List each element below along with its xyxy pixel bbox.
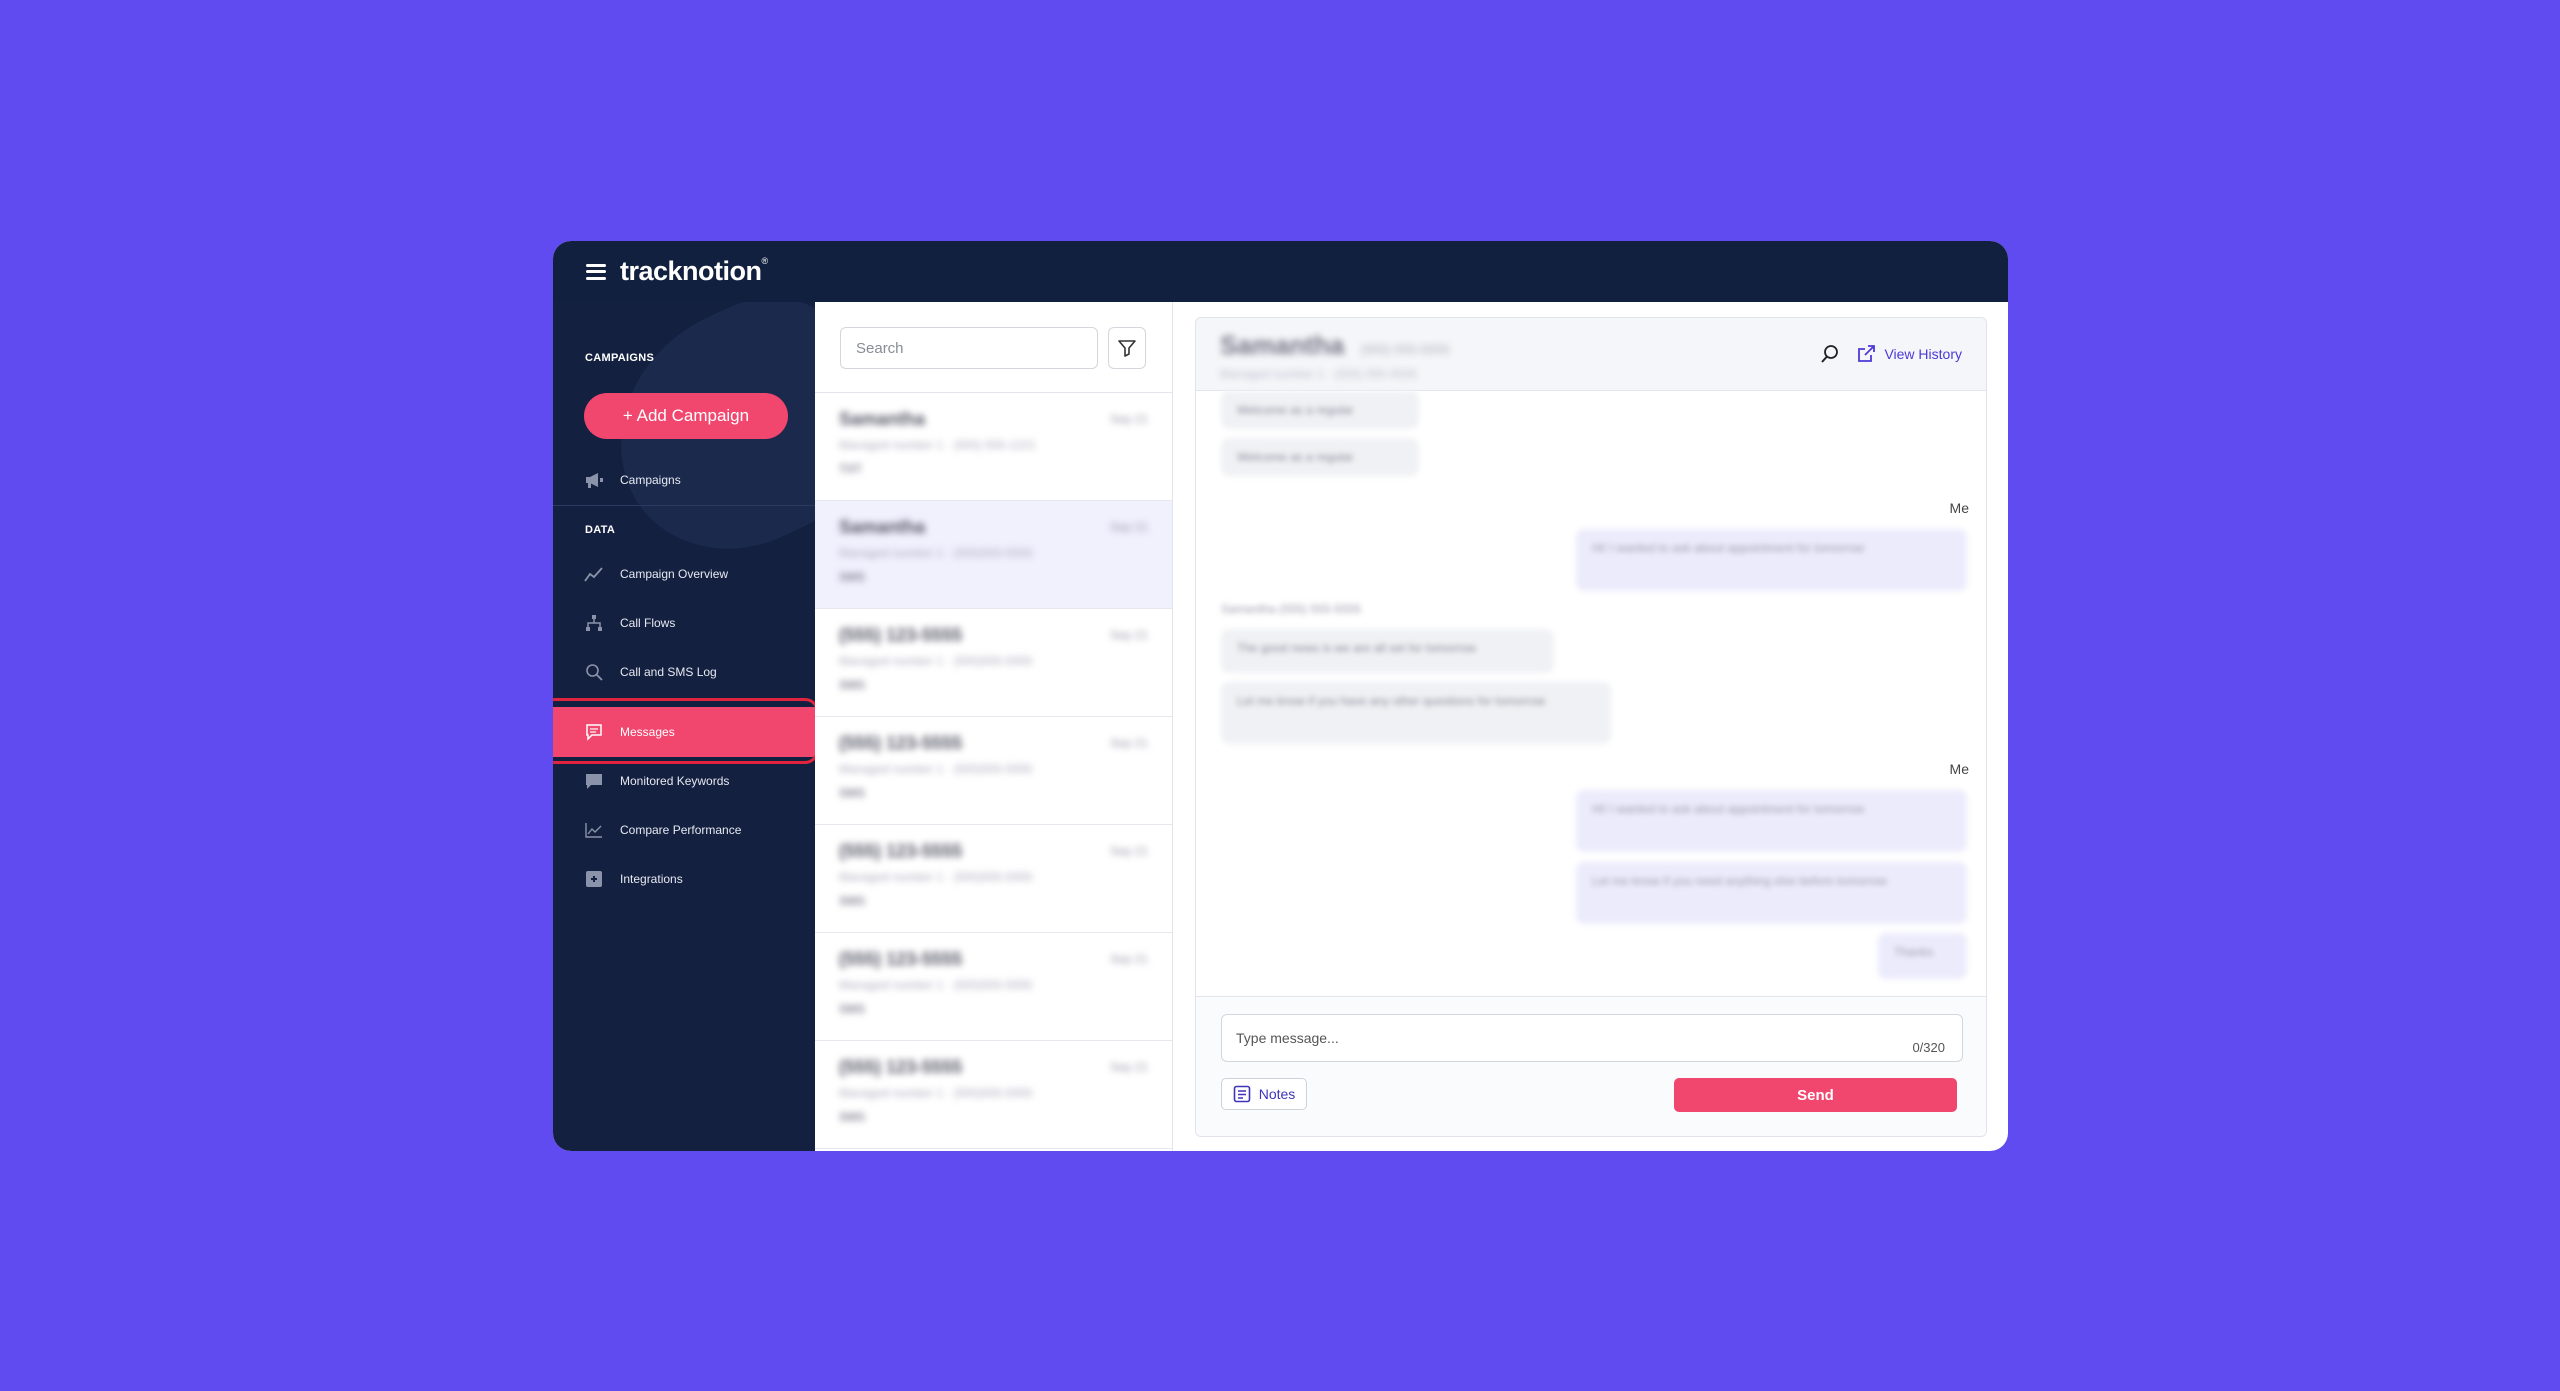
data-heading: DATA: [585, 524, 616, 536]
list-item[interactable]: (555) 123-5555 Sep 21 Managed number 1 ·…: [815, 933, 1172, 1041]
message-input[interactable]: [1221, 1014, 1963, 1062]
chat-header: Samantha (555) 555-5555 Managed number 1…: [1196, 318, 1986, 391]
sidebar-divider: [553, 505, 815, 506]
message-thread: Welcome as a regular Welcome as a regula…: [1196, 391, 1986, 996]
sidebar-item-campaign-overview[interactable]: Campaign Overview: [553, 549, 815, 599]
search-icon: [584, 662, 604, 682]
sidebar-item-label: Call and SMS Log: [620, 665, 717, 679]
sidebar-item-label: Messages: [620, 725, 675, 739]
outgoing-message: Hi! I wanted to ask about appointment fo…: [1576, 790, 1967, 852]
sidebar-item-label: Campaign Overview: [620, 567, 729, 581]
sender-name: Samantha (555) 555-5555: [1221, 602, 1362, 616]
list-item[interactable]: (555) 123-5555 Sep 21 Managed number 1 ·…: [815, 609, 1172, 717]
search-input[interactable]: [840, 327, 1098, 369]
filter-button[interactable]: [1108, 327, 1146, 369]
conversation-preview: (555) 123-5555 Sep 21 Managed number 1 ·…: [839, 841, 1148, 908]
sidebar-item-monitored-keywords[interactable]: Monitored Keywords: [553, 756, 815, 806]
logo[interactable]: tracknotion®: [620, 256, 768, 287]
area-chart-icon: [584, 820, 604, 840]
line-chart-icon: [584, 564, 604, 584]
outgoing-message: Thanks: [1878, 933, 1967, 979]
sidebar-item-integrations[interactable]: Integrations: [553, 854, 815, 904]
sidebar-item-label: Monitored Keywords: [620, 774, 730, 788]
sidebar-item-campaigns[interactable]: Campaigns: [553, 455, 815, 505]
notes-button[interactable]: Notes: [1221, 1078, 1307, 1110]
header-actions: View History: [1818, 342, 1962, 366]
sidebar-item-compare-performance[interactable]: Compare Performance: [553, 805, 815, 855]
outgoing-message: Hi! I wanted to ask about appointment fo…: [1576, 529, 1967, 591]
conversation-preview: (555) 123-5555 Sep 21 Managed number 1 ·…: [839, 733, 1148, 800]
sidebar-item-messages[interactable]: Messages: [553, 707, 815, 757]
send-button[interactable]: Send: [1674, 1078, 1957, 1112]
external-link-icon: [1858, 345, 1876, 362]
conversation-preview: (555) 123-5555 Sep 21 Managed number 1 ·…: [839, 949, 1148, 1016]
sender-me-label: Me: [1949, 761, 1969, 777]
list-item[interactable]: Samantha Sep 21 Managed number 1 · (555)…: [815, 501, 1172, 609]
conversation-preview: Samantha Sep 21 Managed number 1 · (555)…: [839, 409, 1148, 476]
menu-icon[interactable]: [586, 263, 606, 280]
list-item[interactable]: Samantha Sep 21 Managed number 1 · (555)…: [815, 393, 1172, 501]
chat-panel: Samantha (555) 555-5555 Managed number 1…: [1195, 317, 1987, 1137]
notes-icon: [1233, 1085, 1251, 1103]
list-item[interactable]: (555) 123-5555 Sep 21 Managed number 1 ·…: [815, 717, 1172, 825]
outgoing-message: Let me know if you need anything else be…: [1576, 862, 1967, 924]
list-item[interactable]: (555) 123-5555 Sep 21 Managed number 1 ·…: [815, 825, 1172, 933]
contact-info: Samantha (555) 555-5555 Managed number 1…: [1220, 330, 1450, 381]
message-icon: [584, 722, 604, 742]
conversation-preview: Samantha Sep 21 Managed number 1 · (555)…: [839, 517, 1148, 584]
sidebar: CAMPAIGNS + Add Campaign Campaigns DATA …: [553, 302, 815, 1151]
top-bar: tracknotion®: [553, 241, 2008, 302]
message-composer: 0/320 Notes Send: [1196, 996, 1986, 1136]
megaphone-icon: [584, 470, 604, 490]
conversation-preview: (555) 123-5555 Sep 21 Managed number 1 ·…: [839, 1057, 1148, 1124]
plugin-icon: [584, 869, 604, 889]
sidebar-item-label: Compare Performance: [620, 823, 742, 837]
campaigns-heading: CAMPAIGNS: [585, 352, 655, 364]
add-campaign-button[interactable]: + Add Campaign: [584, 393, 788, 439]
sidebar-item-label: Call Flows: [620, 616, 676, 630]
character-counter: 0/320: [1912, 1040, 1945, 1055]
sidebar-item-label: Integrations: [620, 872, 683, 886]
flow-icon: [584, 613, 604, 633]
incoming-message: The good news is we are all set for tomo…: [1221, 629, 1554, 673]
incoming-message: Let me know if you have any other questi…: [1221, 682, 1611, 744]
incoming-message: Welcome as a regular: [1221, 438, 1419, 476]
incoming-message: Welcome as a regular: [1221, 391, 1419, 429]
list-item[interactable]: (555) 123-5555 Sep 21 Managed number 1 ·…: [815, 1041, 1172, 1149]
app-window: tracknotion® CAMPAIGNS + Add Campaign Ca…: [553, 241, 2008, 1151]
sidebar-decoration: [578, 302, 815, 587]
list-header: [815, 302, 1172, 393]
view-history-link[interactable]: View History: [1856, 344, 1962, 364]
sidebar-item-call-sms-log[interactable]: Call and SMS Log: [553, 647, 815, 697]
filter-icon: [1118, 340, 1136, 357]
sender-me-label: Me: [1949, 500, 1969, 516]
chat-icon: [584, 771, 604, 791]
conversation-preview: (555) 123-5555 Sep 21 Managed number 1 ·…: [839, 625, 1148, 692]
sidebar-item-call-flows[interactable]: Call Flows: [553, 598, 815, 648]
conversation-list: Samantha Sep 21 Managed number 1 · (555)…: [815, 302, 1173, 1151]
search-icon[interactable]: [1818, 342, 1842, 366]
sidebar-item-label: Campaigns: [620, 473, 681, 487]
